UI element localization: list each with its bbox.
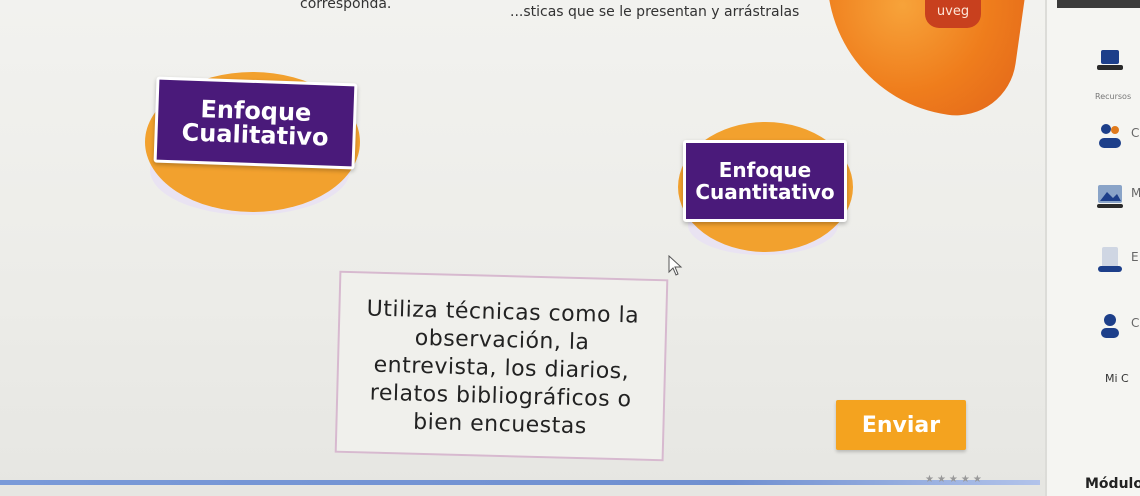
statement-drop-zone[interactable]: Utiliza técnicas como la observación, la… xyxy=(334,270,669,462)
sidebar-item-label: E xyxy=(1131,250,1139,264)
sidebar-item-user[interactable]: C xyxy=(1087,306,1140,346)
laptop-icon xyxy=(1097,50,1123,70)
brand-logo: uveg xyxy=(925,0,981,28)
statement-text: Utiliza técnicas como la observación, la… xyxy=(337,295,666,443)
sidebar-caption: Recursos xyxy=(1095,92,1132,101)
sidebar-mi-label: Mi C xyxy=(1105,372,1129,385)
sidebar-item-label: C xyxy=(1131,126,1140,140)
module-label: Módulo xyxy=(1085,476,1140,492)
instruction-text-left: corresponda. xyxy=(300,0,392,12)
instruction-text: ...sticas que se le presentan y arrástra… xyxy=(510,4,800,20)
stars-decoration: ★★★★★ xyxy=(925,474,985,485)
draggable-card-cuantitativo[interactable]: Enfoque Cuantitativo xyxy=(683,140,847,222)
card-title-line1: Enfoque xyxy=(718,158,812,182)
image-icon xyxy=(1097,185,1123,208)
people-icon xyxy=(1099,124,1121,148)
user-icon xyxy=(1101,314,1119,338)
sidebar-item-label: C xyxy=(1131,316,1140,330)
resource-sidebar: Recursos C M E C Mi C xyxy=(1045,0,1140,496)
sidebar-topbar xyxy=(1057,0,1140,8)
enviar-button[interactable]: Enviar xyxy=(836,400,966,450)
card-title-line2: Cualitativo xyxy=(181,118,329,152)
sidebar-item-laptop[interactable] xyxy=(1087,42,1137,82)
sidebar-item-label: M xyxy=(1131,186,1140,200)
document-icon xyxy=(1098,247,1122,272)
card-title-line2: Cuantitativo xyxy=(695,180,835,204)
sidebar-item-people[interactable]: C xyxy=(1087,116,1140,156)
brand-shape xyxy=(809,0,1031,124)
sidebar-item-image[interactable]: M xyxy=(1087,176,1140,216)
sidebar-item-document[interactable]: E xyxy=(1087,240,1139,280)
draggable-card-cualitativo[interactable]: Enfoque Cualitativo xyxy=(153,76,358,170)
mouse-cursor-icon xyxy=(668,255,683,276)
progress-line xyxy=(0,480,1040,485)
